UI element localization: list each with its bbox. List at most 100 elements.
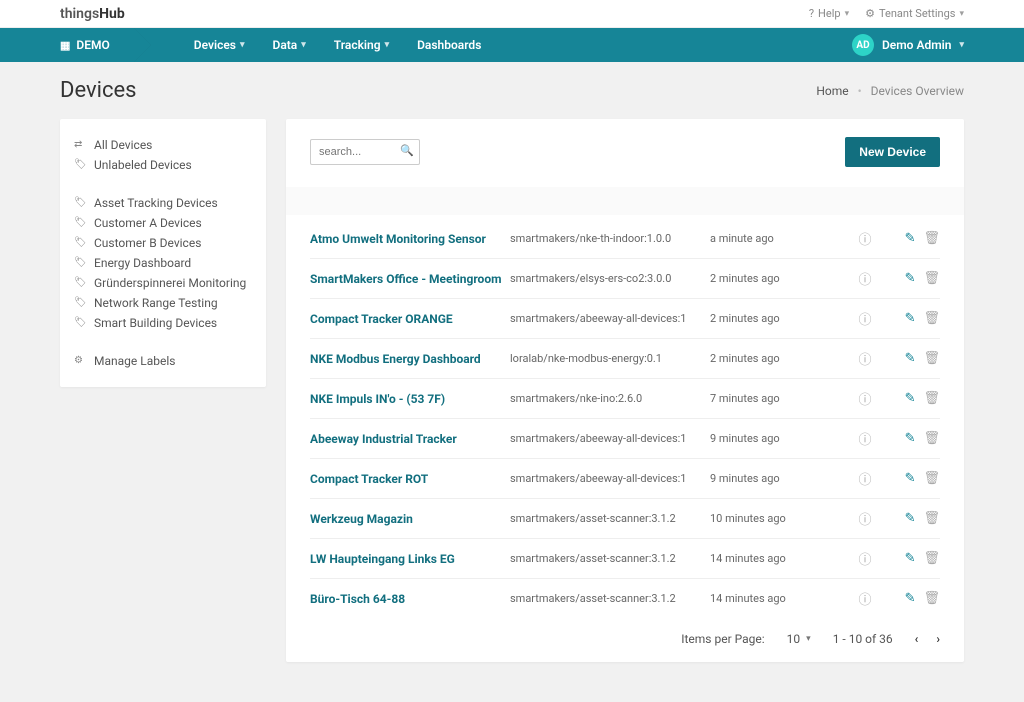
device-driver: smartmakers/nke-th-indoor:1.0.0 (510, 232, 710, 245)
sidebar-label-energy-dashboard[interactable]: 🏷Energy Dashboard (74, 253, 252, 273)
new-device-button[interactable]: New Device (845, 137, 940, 167)
page-size-selector[interactable]: 10 ▾ (787, 632, 811, 646)
sidebar-item-label: Smart Building Devices (94, 316, 217, 330)
edit-icon[interactable]: ✎ (905, 391, 916, 406)
info-icon[interactable]: ⓘ (858, 513, 871, 528)
info-icon[interactable]: ⓘ (858, 273, 871, 288)
info-icon[interactable]: ⓘ (858, 233, 871, 248)
nav-link-devices[interactable]: Devices ▾ (194, 38, 245, 52)
device-name-link[interactable]: LW Haupteingang Links EG (310, 552, 510, 566)
device-name-link[interactable]: NKE Impuls IN'o - (53 7F) (310, 392, 510, 406)
tag-icon: 🏷 (74, 237, 86, 249)
tag-icon: 🏷 (74, 257, 86, 269)
edit-icon[interactable]: ✎ (905, 311, 916, 326)
device-last-seen: 9 minutes ago (710, 472, 840, 485)
device-name-link[interactable]: Atmo Umwelt Monitoring Sensor (310, 232, 510, 246)
tenant-switcher[interactable]: ▦ DEMO (0, 28, 134, 62)
prev-page-button[interactable]: ‹ (915, 632, 919, 646)
chevron-down-icon: ▾ (959, 9, 964, 19)
delete-icon[interactable]: 🗑 (923, 271, 940, 286)
delete-icon[interactable]: 🗑 (923, 391, 940, 406)
device-name-link[interactable]: Werkzeug Magazin (310, 512, 510, 526)
breadcrumb-current: Devices Overview (871, 84, 964, 98)
delete-icon[interactable]: 🗑 (923, 231, 940, 246)
gear-icon: ⚙ (74, 355, 86, 367)
logo-prefix: things (60, 6, 99, 22)
sliders-icon: ⇄ (74, 139, 86, 151)
edit-icon[interactable]: ✎ (905, 271, 916, 286)
sidebar-label-customer-b-devices[interactable]: 🏷 Customer B Devices (74, 233, 252, 253)
navbar: ▦ DEMO Devices ▾ Data ▾ Tracking ▾ Dashboar… (0, 28, 1024, 62)
table-row: NKE Impuls IN'o - (53 7F)smartmakers/nke… (310, 379, 940, 419)
table-row: Abeeway Industrial Trackersmartmakers/ab… (310, 419, 940, 459)
tag-icon: 🏷 (74, 217, 86, 229)
info-icon[interactable]: ⓘ (858, 473, 871, 488)
table-row: SmartMakers Office - Meetingroomsmartmak… (310, 259, 940, 299)
sidebar-label-customer-a-devices[interactable]: 🏷Customer A Devices (74, 213, 252, 233)
info-icon[interactable]: ⓘ (858, 393, 871, 408)
next-page-button[interactable]: › (936, 632, 940, 646)
table-row: Compact Tracker ROTsmartmakers/abeeway-a… (310, 459, 940, 499)
page-size-value: 10 (787, 632, 801, 646)
sidebar-item-label: Network Range Testing (94, 296, 218, 310)
device-name-link[interactable]: Abeeway Industrial Tracker (310, 432, 510, 446)
info-icon[interactable]: ⓘ (858, 433, 871, 448)
items-per-page-label: Items per Page: (681, 632, 764, 646)
info-icon[interactable]: ⓘ (858, 353, 871, 368)
edit-icon[interactable]: ✎ (905, 511, 916, 526)
tenant-settings-menu[interactable]: ⚙ Tenant Settings ▾ (865, 7, 964, 20)
breadcrumb-home[interactable]: Home (816, 84, 848, 98)
nav-links: Devices ▾ Data ▾ Tracking ▾ Dashboards (194, 38, 482, 52)
delete-icon[interactable]: 🗑 (923, 591, 940, 606)
device-name-link[interactable]: Compact Tracker ROT (310, 472, 510, 486)
nav-link-data[interactable]: Data ▾ (273, 38, 306, 52)
delete-icon[interactable]: 🗑 (923, 511, 940, 526)
delete-icon[interactable]: 🗑 (923, 311, 940, 326)
device-name-link[interactable]: Büro-Tisch 64-88 (310, 592, 510, 606)
nav-link-tracking[interactable]: Tracking ▾ (334, 38, 389, 52)
sidebar-item-unlabeled-devices[interactable]: 🏷Unlabeled Devices (74, 155, 252, 175)
sidebar: ⇄All Devices🏷Unlabeled Devices 🏷Asset Tr… (60, 119, 266, 387)
logo[interactable]: thingsHub (60, 6, 125, 22)
chevron-down-icon: ▾ (806, 634, 811, 644)
delete-icon[interactable]: 🗑 (923, 551, 940, 566)
edit-icon[interactable]: ✎ (905, 551, 916, 566)
device-last-seen: 2 minutes ago (710, 352, 840, 365)
help-menu[interactable]: ? Help ▾ (809, 7, 849, 20)
device-name-link[interactable]: NKE Modbus Energy Dashboard (310, 352, 510, 366)
device-last-seen: 10 minutes ago (710, 512, 840, 525)
device-last-seen: 7 minutes ago (710, 392, 840, 405)
delete-icon[interactable]: 🗑 (923, 471, 940, 486)
nav-link-dashboards[interactable]: Dashboards (417, 38, 481, 52)
user-menu[interactable]: AD Demo Admin ▾ (852, 34, 964, 56)
edit-icon[interactable]: ✎ (905, 591, 916, 606)
search-wrapper: 🔍 (310, 139, 420, 165)
avatar: AD (852, 34, 874, 56)
edit-icon[interactable]: ✎ (905, 231, 916, 246)
page-title: Devices (60, 78, 137, 103)
device-driver: smartmakers/asset-scanner:3.1.2 (510, 552, 710, 565)
delete-icon[interactable]: 🗑 (923, 431, 940, 446)
sidebar-label-gr-nderspinnerei-monitoring[interactable]: 🏷Gründerspinnerei Monitoring (74, 273, 252, 293)
delete-icon[interactable]: 🗑 (923, 351, 940, 366)
sidebar-item-all-devices[interactable]: ⇄All Devices (74, 135, 252, 155)
manage-labels[interactable]: ⚙ Manage Labels (74, 351, 252, 371)
device-driver: smartmakers/abeeway-all-devices:1 (510, 312, 710, 325)
chevron-down-icon: ▾ (240, 40, 245, 50)
info-icon[interactable]: ⓘ (858, 313, 871, 328)
edit-icon[interactable]: ✎ (905, 471, 916, 486)
topbar: thingsHub ? Help ▾ ⚙ Tenant Settings ▾ (0, 0, 1024, 28)
breadcrumb: Home • Devices Overview (816, 84, 964, 98)
sidebar-label-smart-building-devices[interactable]: 🏷Smart Building Devices (74, 313, 252, 333)
sidebar-item-label: Customer B Devices (94, 236, 201, 250)
device-last-seen: 14 minutes ago (710, 552, 840, 565)
device-driver: smartmakers/abeeway-all-devices:1 (510, 432, 710, 445)
edit-icon[interactable]: ✎ (905, 351, 916, 366)
info-icon[interactable]: ⓘ (858, 553, 871, 568)
info-icon[interactable]: ⓘ (858, 593, 871, 608)
edit-icon[interactable]: ✎ (905, 431, 916, 446)
device-name-link[interactable]: SmartMakers Office - Meetingroom (310, 272, 510, 286)
sidebar-label-asset-tracking-devices[interactable]: 🏷Asset Tracking Devices (74, 193, 252, 213)
sidebar-label-network-range-testing[interactable]: 🏷Network Range Testing (74, 293, 252, 313)
device-name-link[interactable]: Compact Tracker ORANGE (310, 312, 510, 326)
